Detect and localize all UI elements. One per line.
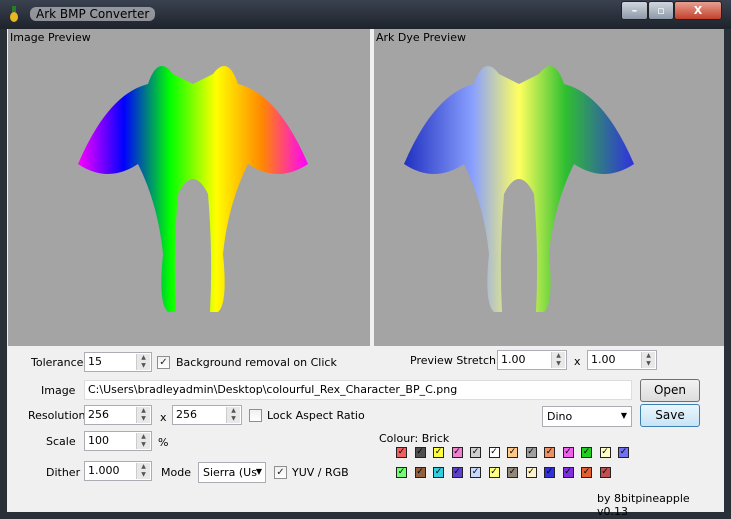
window-title: Ark BMP Converter (30, 7, 156, 21)
resolution-label: Resolution (28, 409, 86, 422)
colour-swatch-checkbox[interactable]: ✓ (581, 447, 592, 458)
footer-credit: by 8bitpineapple v0.13 (597, 492, 690, 518)
colour-swatch-checkbox[interactable]: ✓ (562, 467, 574, 478)
colour-swatch-checkbox[interactable]: ✓ (414, 467, 426, 478)
mode-label: Mode (161, 466, 191, 479)
colour-label: Colour: Brick (379, 432, 450, 445)
res-x-label: x (160, 411, 167, 424)
scale-input[interactable]: 100 ▲ ▼ (84, 431, 152, 451)
colour-swatch-checkbox[interactable]: ✓ (599, 467, 611, 478)
dye-preview-panel[interactable]: Ark Dye Preview (374, 29, 724, 346)
resolution-width-input[interactable]: 256 ▲ ▼ (84, 405, 152, 425)
dino-image (78, 66, 308, 312)
scale-label: Scale (46, 435, 76, 448)
colour-swatch-checkbox[interactable]: ✓ (507, 467, 518, 478)
lock-aspect-label: Lock Aspect Ratio (267, 409, 365, 422)
colour-swatch-checkbox[interactable]: ✓ (562, 447, 574, 458)
stretch-y-value: 1.00 (591, 353, 616, 366)
bg-removal-label: Background removal on Click (176, 356, 337, 369)
dither-label: Dither (46, 466, 81, 479)
colour-swatch-checkbox[interactable]: ✓ (470, 447, 481, 458)
dither-input[interactable]: 1.000 ▲ ▼ (84, 461, 152, 481)
stretch-y-spinner[interactable]: ▲ ▼ (641, 352, 655, 368)
lock-aspect-checkbox[interactable] (249, 409, 262, 422)
chevron-down-icon: ▼ (255, 467, 262, 476)
chevron-down-icon: ▼ (620, 411, 627, 420)
colour-swatch-checkbox[interactable]: ✓ (525, 467, 537, 478)
tolerance-input[interactable]: 15 ▲ ▼ (84, 352, 152, 372)
colour-swatch-checkbox[interactable]: ✓ (488, 447, 500, 458)
colour-swatch-checkbox[interactable]: ✓ (396, 447, 407, 458)
open-button[interactable]: Open (640, 379, 700, 402)
stretch-y-input[interactable]: 1.00 ▲ ▼ (587, 350, 657, 370)
maximize-button[interactable]: ▫ (648, 1, 674, 20)
dither-spinner[interactable]: ▲ ▼ (136, 463, 150, 479)
tolerance-value: 15 (88, 355, 102, 368)
image-preview-label: Image Preview (10, 31, 91, 44)
pineapple-icon (10, 6, 18, 22)
stretch-x-spinner[interactable]: ▲ ▼ (551, 352, 565, 368)
colour-swatch-checkbox[interactable]: ✓ (433, 467, 444, 478)
close-button[interactable]: X (674, 1, 722, 20)
stretch-x-label: x (574, 355, 581, 368)
colour-swatch-checkbox[interactable]: ✓ (433, 447, 444, 458)
scale-spinner[interactable]: ▲ ▼ (136, 433, 150, 449)
colour-swatch-checkbox[interactable]: ✓ (414, 447, 426, 458)
resolution-height-input[interactable]: 256 ▲ ▼ (172, 405, 242, 425)
percent-label: % (158, 436, 169, 449)
image-label: Image (41, 384, 76, 397)
image-preview-panel[interactable]: Image Preview (8, 29, 370, 346)
stretch-x-value: 1.00 (501, 353, 526, 366)
colour-swatch-checkbox[interactable]: ✓ (507, 447, 518, 458)
yuv-rgb-checkbox[interactable]: ✓ (274, 466, 287, 479)
title-bar[interactable]: Ark BMP Converter – ▫ X (0, 0, 731, 29)
colour-swatch-checkbox[interactable]: ✓ (470, 467, 481, 478)
dither-value: 1.000 (88, 464, 120, 477)
colour-swatch-checkbox[interactable]: ✓ (451, 467, 463, 478)
type-value: Dino (547, 410, 573, 423)
res-h-spinner[interactable]: ▲ ▼ (226, 407, 240, 423)
stretch-x-input[interactable]: 1.00 ▲ ▼ (497, 350, 567, 370)
tolerance-spinner[interactable]: ▲ ▼ (136, 354, 150, 370)
tolerance-label: Tolerance (31, 356, 84, 369)
mode-value: Sierra (Us (203, 466, 257, 479)
colour-swatch-checkbox[interactable]: ✓ (396, 467, 407, 478)
colour-swatch-checkbox[interactable]: ✓ (488, 467, 500, 478)
scale-value: 100 (88, 434, 109, 447)
preview-stretch-label: Preview Stretch (410, 354, 496, 367)
type-dropdown[interactable]: Dino ▼ (542, 406, 632, 427)
save-button[interactable]: Save (640, 404, 700, 427)
res-h-value: 256 (176, 408, 197, 421)
colour-swatch-checkbox[interactable]: ✓ (525, 447, 537, 458)
dye-preview-label: Ark Dye Preview (376, 31, 466, 44)
colour-swatch-checkbox[interactable]: ✓ (544, 467, 555, 478)
colour-swatch-checkbox[interactable]: ✓ (581, 467, 592, 478)
main-client: Image Preview Ark Dye Preview Tolerance … (7, 29, 724, 518)
colour-swatch-checkbox[interactable]: ✓ (599, 447, 611, 458)
mode-dropdown[interactable]: Sierra (Us ▼ (198, 462, 266, 483)
res-w-spinner[interactable]: ▲ ▼ (136, 407, 150, 423)
colour-swatch-checkbox[interactable]: ✓ (451, 447, 463, 458)
dino-dye-image (404, 66, 634, 312)
minimize-button[interactable]: – (621, 1, 648, 20)
bg-removal-checkbox[interactable]: ✓ (157, 356, 170, 369)
colour-swatch-checkbox[interactable]: ✓ (544, 447, 555, 458)
yuv-rgb-label: YUV / RGB (292, 466, 349, 479)
colour-swatch-checkbox[interactable]: ✓ (618, 447, 629, 458)
res-w-value: 256 (88, 408, 109, 421)
image-path-input[interactable]: C:\Users\bradleyadmin\Desktop\colourful_… (84, 380, 632, 400)
